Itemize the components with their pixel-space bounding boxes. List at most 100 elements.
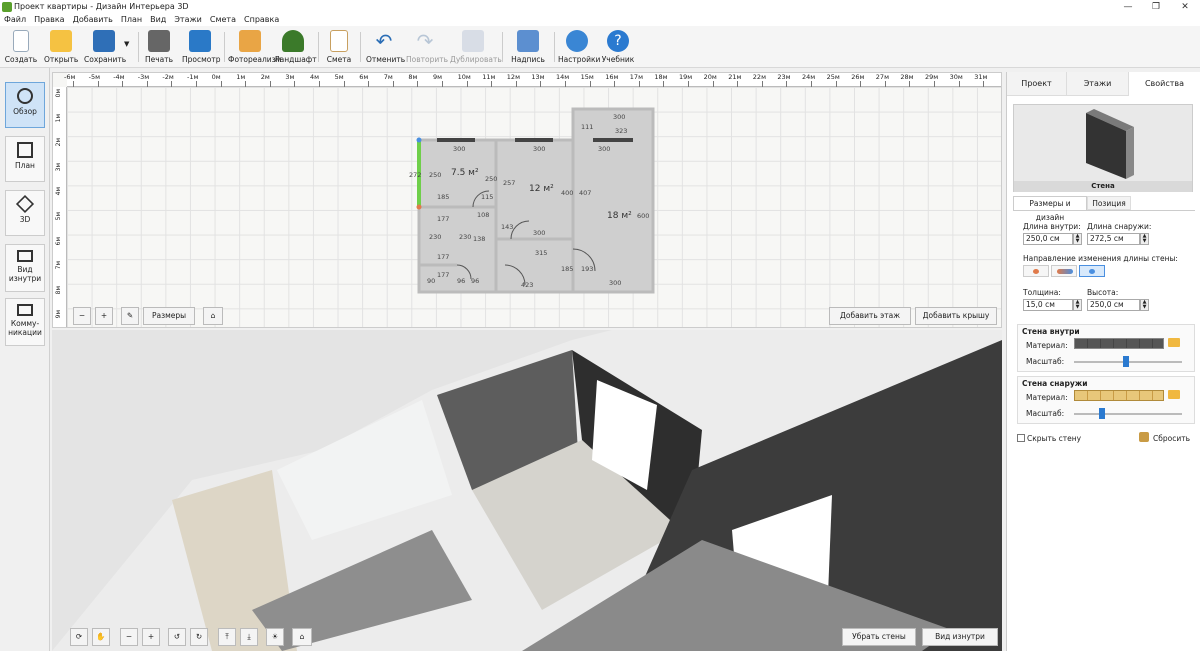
- wall-end-handle[interactable]: [416, 204, 422, 210]
- outer-length-input[interactable]: 272,5 см: [1087, 233, 1140, 245]
- hand-icon: ✋: [96, 632, 106, 641]
- home-view-button[interactable]: ⌂: [203, 307, 223, 325]
- menu-file[interactable]: Файл: [4, 15, 26, 24]
- menu-add[interactable]: Добавить: [73, 15, 113, 24]
- inside-material-swatch[interactable]: [1074, 338, 1164, 349]
- lighting-button[interactable]: ☀: [266, 628, 284, 646]
- home-3d-button[interactable]: ⌂: [292, 628, 312, 646]
- subtab-position[interactable]: Позиция: [1087, 196, 1131, 210]
- rotate-360-button[interactable]: ⟳: [70, 628, 88, 646]
- inside-view-mode-button[interactable]: Вид изнутри: [5, 244, 45, 292]
- dimension-label: 300: [533, 145, 545, 153]
- zoom-in-icon: +: [100, 311, 108, 320]
- folder-icon[interactable]: [1168, 390, 1180, 399]
- duplicate-button[interactable]: Дублировать: [450, 28, 502, 66]
- room-area-label: 18 м²: [607, 211, 632, 221]
- menu-plan[interactable]: План: [121, 15, 142, 24]
- menu-view[interactable]: Вид: [150, 15, 166, 24]
- brush-icon: [1139, 432, 1149, 442]
- add-roof-button[interactable]: Добавить крышу: [915, 307, 997, 325]
- thickness-input[interactable]: 15,0 см: [1023, 299, 1073, 311]
- height-input[interactable]: 250,0 см: [1087, 299, 1140, 311]
- menu-help[interactable]: Справка: [244, 15, 279, 24]
- zoom-out-button[interactable]: −: [73, 307, 91, 325]
- inside-scale-knob[interactable]: [1122, 356, 1129, 367]
- measure-button[interactable]: ✎: [121, 307, 139, 325]
- wall-preview-image: [1086, 109, 1134, 179]
- add-floor-button[interactable]: Добавить этаж: [829, 307, 911, 325]
- save-button[interactable]: Сохранить: [84, 28, 126, 66]
- window[interactable]: [593, 138, 633, 142]
- estimate-button[interactable]: Смета: [324, 28, 354, 66]
- plan-mode-button[interactable]: План: [5, 136, 45, 182]
- remove-walls-button[interactable]: Убрать стены: [842, 628, 916, 646]
- dimension-label: 300: [609, 279, 621, 287]
- dimension-label: 300: [533, 229, 545, 237]
- direction-left-button[interactable]: [1023, 265, 1049, 277]
- minimize-button[interactable]: —: [1115, 0, 1141, 14]
- print-button[interactable]: Печать: [144, 28, 174, 66]
- outside-scale-label: Масштаб:: [1026, 409, 1065, 418]
- direction-both-button[interactable]: [1051, 265, 1077, 277]
- overview-mode-button[interactable]: Обзор: [5, 82, 45, 128]
- zoom-in-3d-button[interactable]: +: [142, 628, 160, 646]
- label-button[interactable]: Надпись: [510, 28, 546, 66]
- tutorial-button[interactable]: ? Учебник: [600, 28, 636, 66]
- save-dropdown-icon[interactable]: ▼: [124, 40, 129, 48]
- open-button[interactable]: Открыть: [44, 28, 78, 66]
- outside-scale-slider[interactable]: [1074, 413, 1182, 415]
- floor-plan-drawing[interactable]: 7.5 м² 12 м² 18 м² 300 300 300 300 323 111 272…: [53, 73, 1002, 328]
- subtab-size-design[interactable]: Размеры и дизайн: [1013, 196, 1087, 222]
- window[interactable]: [437, 138, 475, 142]
- 3d-view[interactable]: ⟳ ✋ − + ↺ ↻ ⤒ ⤓ ☀ ⌂ Убрать стены Вид изн…: [52, 330, 1002, 651]
- outer-length-stepper[interactable]: ▲ ▼: [1140, 233, 1149, 245]
- photorealism-button[interactable]: Фотореализм: [228, 28, 281, 66]
- window-title: Проект квартиры - Дизайн Интерьера 3D: [14, 2, 189, 11]
- settings-button[interactable]: Настройки: [558, 28, 600, 66]
- undo-button[interactable]: ↶ Отменить: [366, 28, 405, 66]
- close-button[interactable]: ✕: [1172, 0, 1198, 14]
- direction-right-button[interactable]: [1079, 265, 1105, 277]
- create-button[interactable]: Создать: [4, 28, 38, 66]
- pan-button[interactable]: ✋: [92, 628, 110, 646]
- 3d-mode-button[interactable]: 3D: [5, 190, 45, 236]
- menu-estimate[interactable]: Смета: [210, 15, 236, 24]
- hide-wall-checkbox[interactable]: [1017, 434, 1025, 442]
- zoom-out-3d-button[interactable]: −: [120, 628, 138, 646]
- dimensions-button[interactable]: Размеры: [143, 307, 195, 325]
- tab-project[interactable]: Проект: [1007, 72, 1067, 96]
- redo-button[interactable]: ↷ Повторить: [406, 28, 448, 66]
- tab-floors[interactable]: Этажи: [1067, 72, 1129, 96]
- floor-plan-view[interactable]: -6м -5м -4м -3м -2м -1м 0м 1м 2м 3м 4м 5м 6м 7м 8м 9м 10…: [52, 72, 1002, 328]
- zoom-in-button[interactable]: +: [95, 307, 113, 325]
- wall-preview: Стена: [1013, 104, 1193, 192]
- reset-button[interactable]: Сбросить: [1153, 434, 1190, 443]
- 3d-scene[interactable]: [52, 330, 1002, 651]
- restore-button[interactable]: ❐: [1143, 0, 1169, 14]
- tilt-up-button[interactable]: ⤒: [218, 628, 236, 646]
- inner-length-input[interactable]: 250,0 см: [1023, 233, 1073, 245]
- window[interactable]: [515, 138, 553, 142]
- view-mode-sidebar: Обзор План 3D Вид изнутри Комму- никации: [0, 68, 50, 651]
- rotate-left-button[interactable]: ↺: [168, 628, 186, 646]
- folder-icon[interactable]: [1168, 338, 1180, 347]
- outside-wall-section: Стена снаружи Материал: Масштаб:: [1017, 376, 1195, 424]
- outside-scale-knob[interactable]: [1099, 408, 1106, 419]
- wall-start-handle[interactable]: [416, 137, 422, 143]
- tab-properties[interactable]: Свойства: [1129, 72, 1200, 96]
- outside-material-swatch[interactable]: [1074, 390, 1164, 401]
- height-stepper[interactable]: ▲ ▼: [1140, 299, 1149, 311]
- menu-edit[interactable]: Правка: [34, 15, 64, 24]
- rotate-right-button[interactable]: ↻: [190, 628, 208, 646]
- dimension-label: 600: [637, 212, 649, 220]
- landscape-button[interactable]: Ландшафт: [274, 28, 317, 66]
- rotate-left-icon: ↺: [173, 632, 181, 641]
- dimension-label: 315: [535, 249, 547, 257]
- inside-view-button[interactable]: Вид изнутри: [922, 628, 998, 646]
- tilt-down-button[interactable]: ⤓: [240, 628, 258, 646]
- inner-length-stepper[interactable]: ▲ ▼: [1073, 233, 1082, 245]
- preview-button[interactable]: Просмотр: [182, 28, 221, 66]
- thickness-stepper[interactable]: ▲ ▼: [1073, 299, 1082, 311]
- menu-floors[interactable]: Этажи: [174, 15, 202, 24]
- communications-mode-button[interactable]: Комму- никации: [5, 298, 45, 346]
